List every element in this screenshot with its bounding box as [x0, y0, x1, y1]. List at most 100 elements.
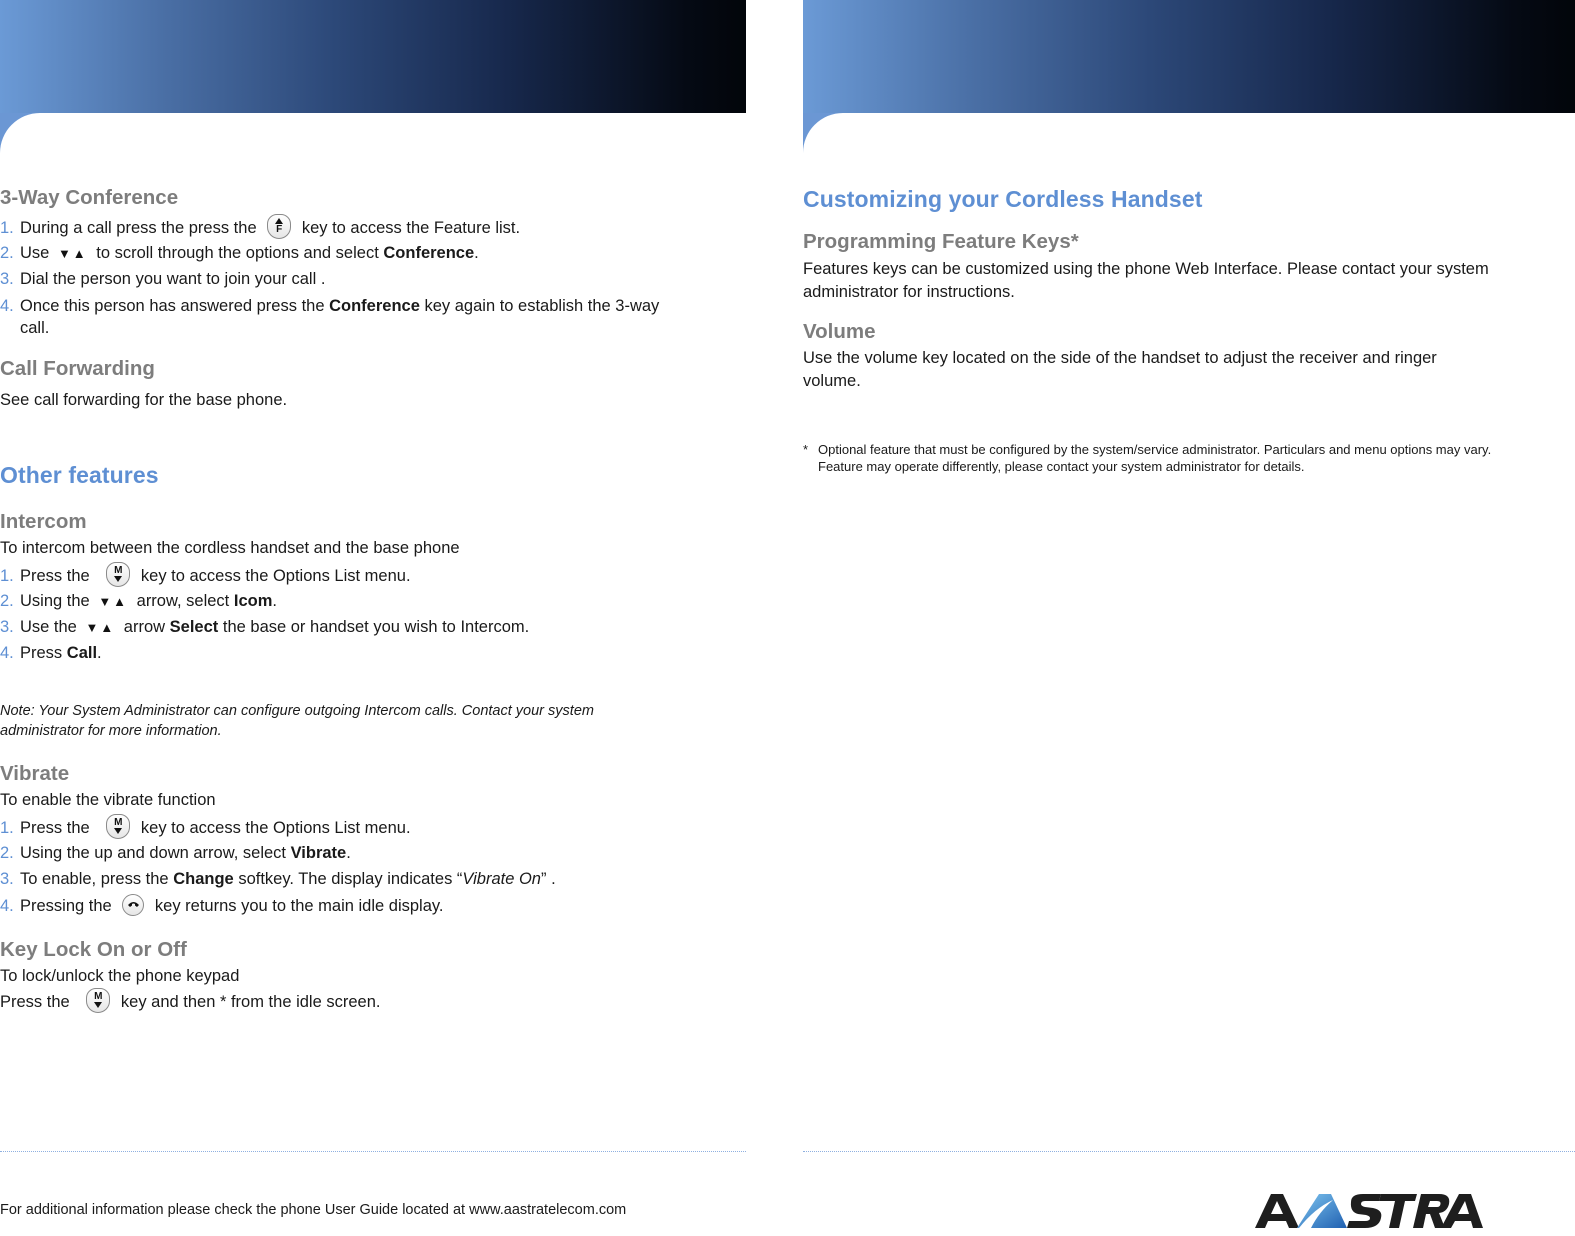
call-forwarding-heading: Call Forwarding	[0, 357, 155, 380]
step-punct: .	[474, 244, 479, 262]
step-text: softkey. The display indicates “	[238, 870, 463, 888]
step-text: Press the	[0, 992, 70, 1011]
other-features-heading: Other features	[0, 462, 159, 488]
intercom-step-4: 4. Press Call.	[0, 642, 102, 664]
step-text: Press the	[20, 818, 90, 837]
step-text: To enable, press the	[20, 870, 169, 888]
step-punct: .	[346, 844, 351, 862]
menu-key-label: M	[114, 565, 123, 576]
step-bold: Select	[169, 618, 219, 636]
step-number: 3.	[0, 618, 14, 636]
step-text: Use	[20, 244, 50, 262]
header-banner-tab	[0, 113, 40, 153]
vibrate-heading: Vibrate	[0, 762, 70, 785]
step-number: 1.	[0, 566, 14, 585]
footnote-text: Optional feature that must be configured…	[818, 442, 1492, 474]
step-number: 1.	[0, 818, 14, 837]
step-italic: Vibrate On	[462, 870, 541, 888]
step-text: Once this person has answered press the	[20, 297, 325, 315]
intercom-intro: To intercom between the cordless handset…	[0, 539, 460, 557]
vibrate-step-3: 3. To enable, press the Change softkey. T…	[0, 868, 556, 890]
step-text: Press	[20, 644, 63, 662]
step-text: During a call press the press the	[20, 218, 257, 237]
step-number: 4.	[0, 897, 14, 915]
step-text: Using the up and down arrow, select	[20, 844, 286, 862]
call-forwarding-text: See call forwarding for the base phone.	[0, 391, 288, 409]
step-text: Using the	[20, 592, 90, 610]
down-up-arrows-icon: ▼▲	[85, 620, 116, 635]
aastra-logo: AASTRA	[1255, 1194, 1483, 1228]
conference-step-3: 3. Dial the person you want to join your …	[0, 268, 325, 290]
footer-divider	[803, 1151, 1575, 1152]
step-number: 2.	[0, 844, 14, 862]
down-up-arrows-icon: ▼▲	[98, 594, 129, 609]
right-page: Customizing your Cordless Handset Progra…	[803, 0, 1575, 1236]
conference-step-1: 1. During a call press the press the F ke…	[0, 214, 521, 241]
volume-heading: Volume	[803, 320, 876, 343]
step-number: 3.	[0, 270, 14, 288]
step-text: Use the	[20, 618, 77, 636]
intercom-heading: Intercom	[0, 510, 87, 533]
left-page: 3-Way Conference 1. During a call press t…	[0, 0, 760, 1236]
programming-heading: Programming Feature Keys*	[803, 230, 1079, 253]
step-bold: Conference	[329, 297, 420, 315]
step-text: Press the	[20, 566, 90, 585]
vibrate-step-1: 1. Press the M key to access the Options …	[0, 814, 411, 841]
feature-key-label: F	[276, 224, 283, 235]
step-text: key returns you to the main idle display…	[154, 897, 444, 915]
intercom-step-3: 3. Use the ▼▲ arrow Select the base or ha…	[0, 616, 529, 639]
conference-step-4: 4. Once this person has answered press th…	[0, 295, 659, 339]
menu-key-icon: M	[86, 988, 111, 1013]
step-number: 4.	[0, 297, 14, 315]
header-banner	[0, 0, 746, 113]
step-number: 1.	[0, 218, 14, 237]
step-text: key to access the Feature list.	[301, 218, 521, 237]
volume-text: Use the volume key located on the side o…	[803, 349, 1437, 390]
step-bold: Change	[173, 870, 234, 888]
footer-divider	[0, 1151, 746, 1152]
conference-step-2: 2. Use ▼▲ to scroll through the options a…	[0, 242, 479, 265]
step-text: key again to establish the 3-way	[424, 297, 660, 315]
step-bold: Call	[66, 644, 98, 662]
step-punct: ” .	[540, 870, 556, 888]
step-number: 2.	[0, 244, 14, 262]
step-number: 4.	[0, 644, 14, 662]
step-text: key to access the Options List menu.	[140, 566, 411, 585]
step-bold: Vibrate	[290, 844, 347, 862]
keylock-heading: Key Lock On or Off	[0, 938, 187, 961]
footer-info-text: For additional information please check …	[0, 1202, 627, 1218]
feature-key-icon: F	[267, 214, 292, 239]
vibrate-step-4: 4. Pressing the key returns you to the ma…	[0, 893, 444, 918]
step-text: the base or handset you wish to Intercom…	[222, 618, 530, 636]
menu-key-label: M	[114, 817, 123, 828]
header-banner-tab	[803, 113, 843, 153]
footnote-mark: *	[803, 442, 809, 457]
menu-key-icon: M	[106, 562, 131, 587]
step-punct: .	[272, 592, 277, 610]
header-banner	[803, 0, 1575, 113]
down-up-arrows-icon: ▼▲	[57, 246, 88, 261]
intercom-step-1: 1. Press the M key to access the Options …	[0, 562, 411, 589]
step-text: key and then * from the idle screen.	[120, 992, 381, 1011]
step-number: 3.	[0, 870, 14, 888]
step-bold: Conference	[383, 244, 475, 262]
step-text: arrow	[123, 618, 166, 636]
vibrate-step-2: 2. Using the up and down arrow, select Vi…	[0, 842, 351, 864]
customizing-heading: Customizing your Cordless Handset	[803, 186, 1203, 212]
vibrate-intro: To enable the vibrate function	[0, 791, 216, 809]
step-number: 2.	[0, 592, 14, 610]
end-call-key-icon	[122, 893, 145, 916]
handset-icon	[127, 901, 139, 907]
step-text: arrow, select	[136, 592, 230, 610]
intercom-step-2: 2. Using the ▼▲ arrow, select Icom.	[0, 590, 277, 613]
step-bold: Icom	[233, 592, 273, 610]
conference-heading: 3-Way Conference	[0, 186, 179, 209]
menu-key-icon: M	[106, 814, 131, 839]
step-text: key to access the Options List menu.	[140, 818, 411, 837]
step-text: to scroll through the options and select	[96, 244, 379, 262]
step-text: Pressing the	[20, 897, 112, 915]
step-text: Dial the person you want to join your ca…	[20, 270, 326, 288]
menu-key-label: M	[94, 991, 103, 1002]
intercom-note: Note: Your System Administrator can conf…	[0, 703, 594, 739]
keylock-instruction: Press the M key and then * from the idle…	[0, 988, 381, 1015]
